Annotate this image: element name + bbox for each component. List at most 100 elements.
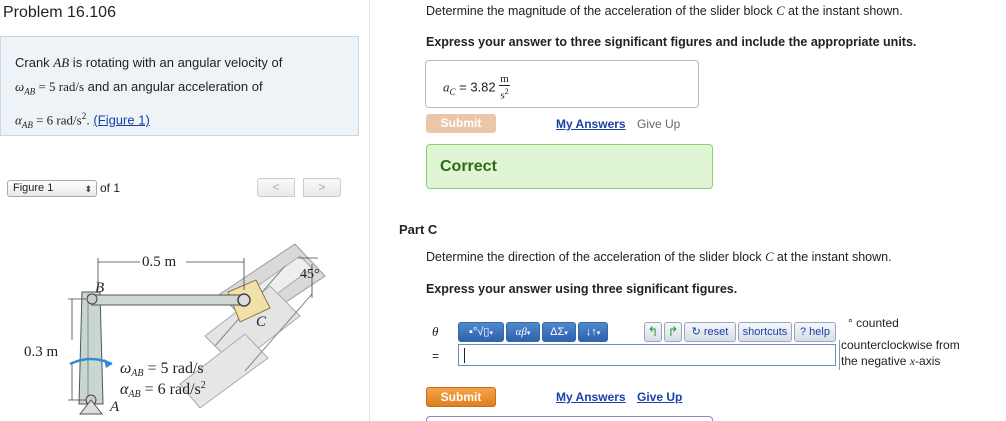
question-var-c: C: [776, 4, 785, 18]
part-c-instruction: Express your answer using three signific…: [426, 282, 738, 296]
label-b: B: [95, 280, 104, 296]
part-c-answer-input[interactable]: [458, 344, 836, 366]
alpha-superscript: 2: [201, 380, 206, 391]
omega-label: ωAB = 5 rad/s: [120, 360, 204, 379]
omega-subscript: AB: [24, 86, 36, 97]
link-bc: [91, 294, 245, 306]
part-b-submit-button[interactable]: Submit: [426, 114, 496, 133]
label-a: A: [109, 399, 120, 415]
help-button[interactable]: ? help: [794, 322, 836, 342]
dimension-vertical: 0.3 m: [24, 298, 86, 401]
statement-text: Crank: [15, 55, 54, 70]
column-divider: [369, 0, 370, 421]
redo-icon: ↱: [667, 324, 679, 339]
dropdown-caret-icon: ▾: [489, 330, 493, 337]
theta-label: θ: [432, 324, 439, 339]
unit-numerator: m: [499, 73, 510, 86]
unit-denominator-exponent: 2: [504, 87, 509, 96]
undo-icon: ↰: [647, 324, 659, 339]
part-b-answer-box: aC = 3.82 m s2: [425, 60, 699, 108]
omega-symbol: ω: [120, 360, 131, 377]
unit-text: -axis: [915, 354, 941, 368]
answer-value: 3.82: [470, 79, 496, 95]
statement-var-ab: AB: [53, 55, 70, 70]
unit-denominator: s2: [499, 86, 510, 102]
omega-subscript: AB: [130, 368, 143, 379]
previous-figure-button[interactable]: <: [257, 178, 295, 197]
greek-icon: αβ: [515, 326, 527, 338]
arrows-button[interactable]: ↓↑▾: [578, 322, 608, 342]
text-caret: [464, 348, 465, 363]
answer-unit: m s2: [499, 74, 510, 102]
unit-line-3: the negative x-axis: [841, 354, 940, 369]
next-feedback-box: [426, 416, 713, 421]
reset-button[interactable]: ↻ reset: [684, 322, 736, 342]
alpha-subscript: AB: [127, 389, 140, 400]
statement-line-2: ωAB = 5 rad/s and an angular acceleratio…: [15, 75, 344, 104]
dropdown-caret-icon: ▾: [526, 329, 531, 337]
redo-button[interactable]: ↱: [664, 322, 682, 342]
omega-value: = 5 rad/s: [35, 79, 85, 94]
figure-count: of 1: [100, 181, 121, 195]
dimension-horizontal-label: 0.5 m: [142, 254, 177, 270]
problem-statement: Crank AB is rotating with an angular vel…: [0, 36, 359, 136]
dimension-vertical-label: 0.3 m: [24, 344, 59, 360]
greek-button[interactable]: αβ▾: [506, 322, 540, 342]
alpha-symbol: α: [15, 111, 22, 127]
part-b-instruction: Express your answer to three significant…: [426, 35, 917, 49]
problem-title: Problem 16.106: [3, 4, 116, 21]
omega-symbol: ω: [15, 79, 25, 94]
symbols-icon: ΔΣ: [550, 326, 565, 338]
statement-line-3: αAB = 6 rad/s2. (Figure 1): [15, 104, 344, 137]
correct-feedback: Correct: [426, 144, 713, 189]
question-text: at the instant shown.: [773, 250, 892, 264]
mechanism-figure: 0.5 m 0.3 m 45° B C A ωAB = 5 rad/s αAB …: [24, 243, 326, 415]
question-text: at the instant shown.: [784, 4, 903, 18]
figure-select[interactable]: Figure 1 ⬍: [7, 180, 97, 197]
figure-navigation: Figure 1 ⬍ of 1 < >: [7, 178, 343, 198]
pin-c-icon: [237, 293, 251, 307]
part-b-give-up-link[interactable]: Give Up: [637, 117, 680, 131]
unit-line-1: ° counted: [848, 316, 899, 330]
alpha-value: = 6 rad/s: [141, 381, 201, 398]
next-figure-button[interactable]: >: [303, 178, 341, 197]
label-c: C: [256, 314, 267, 330]
part-b-answer: aC = 3.82 m s2: [443, 74, 510, 102]
unit-line-2: counterclockwise from: [841, 338, 960, 352]
rotation-arrowhead-icon: [104, 359, 112, 368]
templates-button[interactable]: ▪°√▯▾: [458, 322, 504, 342]
statement-text: is rotating with an angular velocity of: [69, 55, 283, 70]
question-text: Determine the magnitude of the accelerat…: [426, 4, 777, 18]
templates-icon: ▪°√▯: [469, 326, 490, 338]
unit-text: the negative: [841, 354, 910, 368]
arrows-icon: ↓↑: [585, 326, 597, 338]
angle-label: 45°: [300, 267, 320, 282]
alpha-subscript: AB: [21, 119, 33, 130]
part-c-my-answers-link[interactable]: My Answers: [556, 390, 626, 404]
symbols-button[interactable]: ΔΣ▾: [542, 322, 576, 342]
undo-button[interactable]: ↰: [644, 322, 662, 342]
statement-text: and an angular acceleration of: [84, 79, 263, 94]
dropdown-caret-icon: ▾: [596, 330, 601, 337]
part-b-question: Determine the magnitude of the accelerat…: [426, 4, 903, 19]
dimension-horizontal: 0.5 m: [97, 254, 245, 290]
correct-text: Correct: [440, 158, 497, 175]
figure-link[interactable]: (Figure 1): [93, 112, 149, 127]
figure-select-value: Figure 1: [13, 182, 54, 194]
part-c-heading: Part C: [399, 222, 438, 237]
shortcuts-button[interactable]: shortcuts: [738, 322, 792, 342]
part-c-submit-button[interactable]: Submit: [426, 387, 496, 407]
alpha-value: = 6 rad/s: [32, 111, 82, 127]
math-toolbar: ▪°√▯▾ αβ▾ ΔΣ▾ ↓↑▾ ↰ ↱ ↻ reset shortcuts …: [458, 322, 836, 343]
part-c-question: Determine the direction of the accelerat…: [426, 250, 892, 265]
equals-label: =: [432, 349, 440, 363]
part-c-give-up-link[interactable]: Give Up: [637, 390, 682, 404]
dropdown-caret-icon: ▾: [564, 330, 568, 337]
answer-equals: =: [455, 79, 471, 95]
alpha-label: αAB = 6 rad/s2: [120, 380, 206, 400]
crank-ab: [78, 291, 104, 405]
unit-divider: [839, 340, 840, 370]
part-b-my-answers-link[interactable]: My Answers: [556, 117, 626, 131]
question-text: Determine the direction of the accelerat…: [426, 250, 766, 264]
updown-chevron-icon: ⬍: [84, 184, 92, 194]
